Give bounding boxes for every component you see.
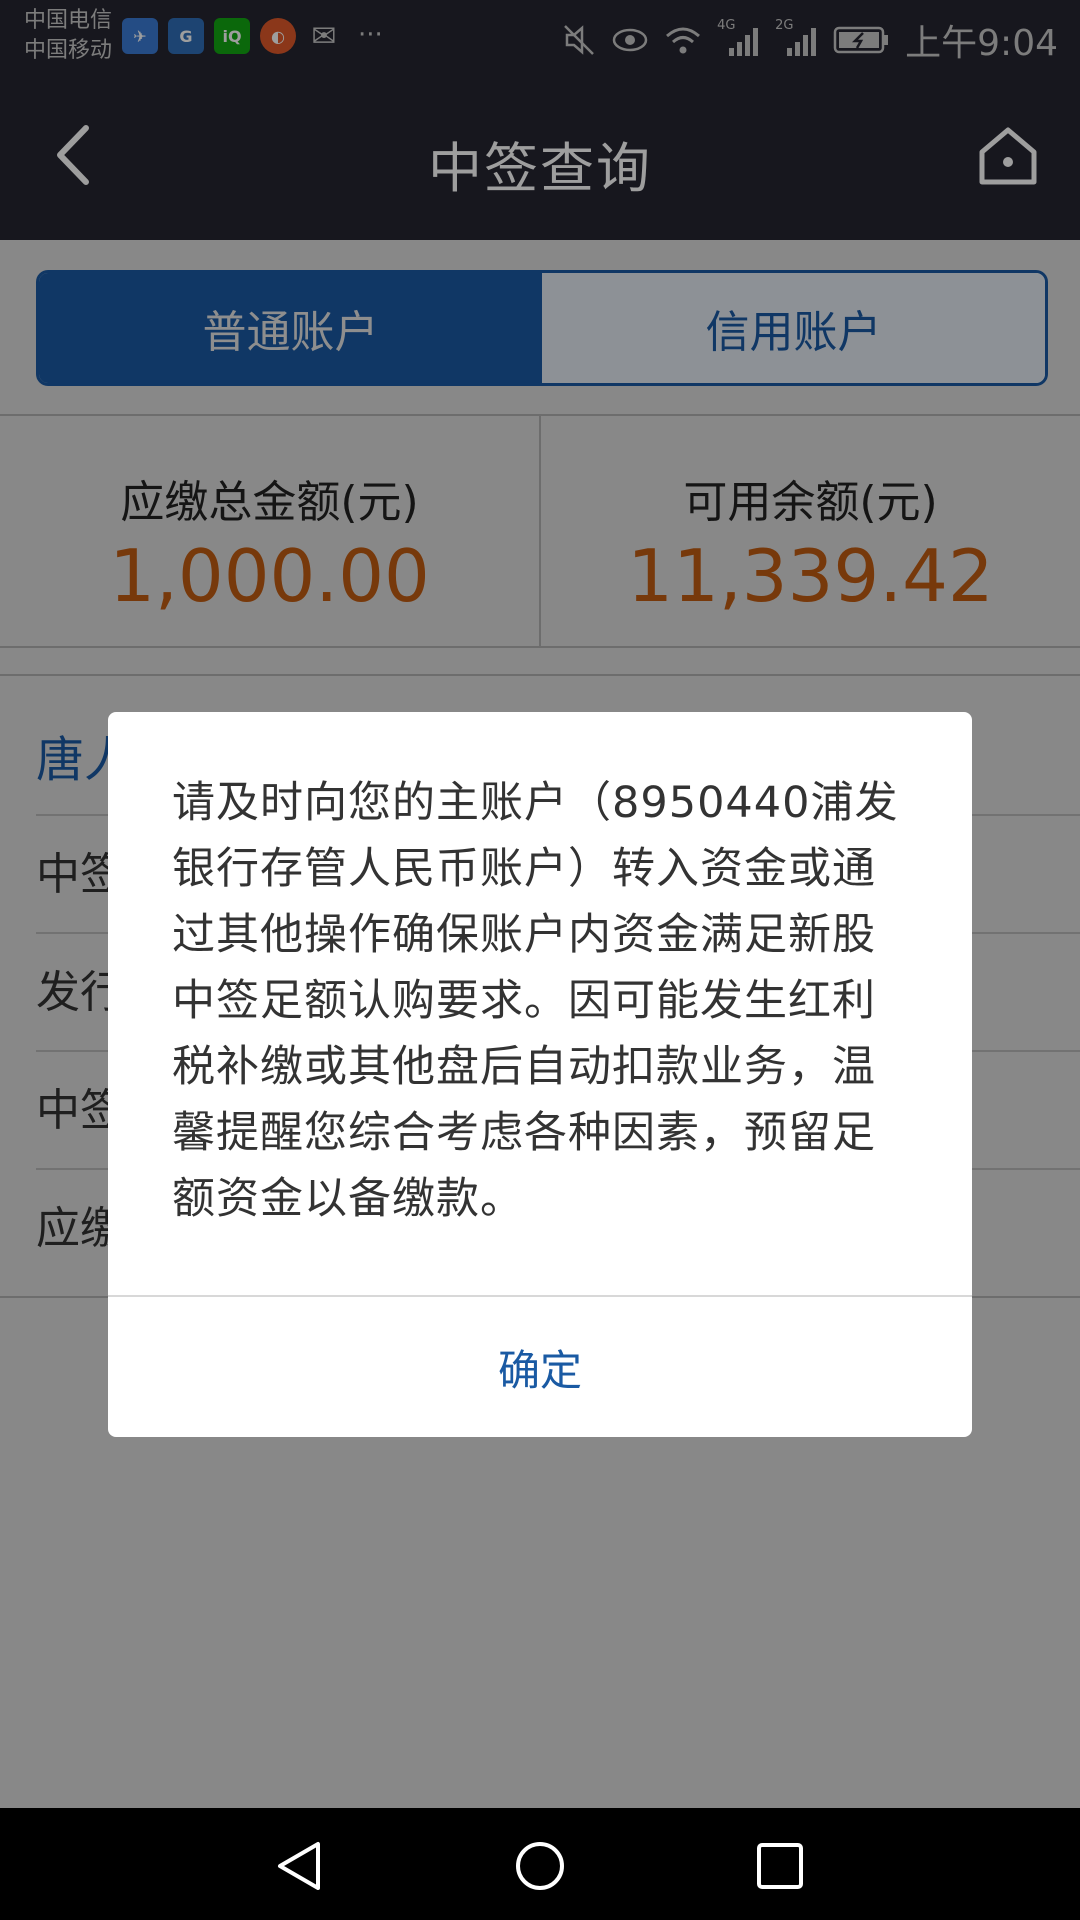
dialog-message: 请及时向您的主账户（8950440浦发银行存管人民币账户）转入资金或通过其他操作… — [172, 778, 899, 1224]
reminder-dialog: 请及时向您的主账户（8950440浦发银行存管人民币账户）转入资金或通过其他操作… — [108, 712, 972, 1437]
confirm-button[interactable]: 确定 — [108, 1297, 972, 1437]
nav-back-button[interactable] — [272, 1838, 328, 1894]
navigation-bar — [0, 1808, 1080, 1920]
nav-recents-button[interactable] — [752, 1838, 808, 1894]
nav-home-button[interactable] — [512, 1838, 568, 1894]
